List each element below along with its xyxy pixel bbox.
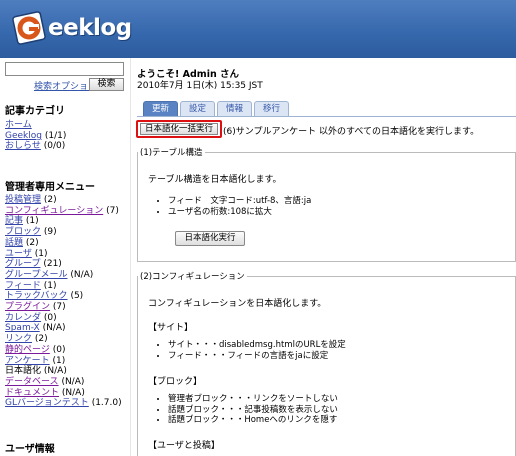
list-item[interactable]: リンク (2)	[5, 334, 122, 345]
list-item[interactable]: コンフィギュレーション (7)	[5, 206, 122, 217]
tab-settings[interactable]: 設定	[180, 101, 216, 116]
list-item: 日本語化 (N/A)	[5, 366, 67, 377]
bullet-list: サイト・・・disabledmsg.htmlのURLを設定 フィード・・・フィー…	[156, 340, 346, 361]
exec-all-button[interactable]: 日本語化一括実行	[140, 123, 218, 135]
logo-text: eeklog	[48, 15, 132, 41]
tab-migrate[interactable]: 移行	[254, 101, 290, 116]
list-item[interactable]: 投稿管理 (2)	[5, 195, 122, 206]
list-item: 話題ブロック・・・Homeへのリンクを隠す	[168, 415, 338, 426]
list-item: 話題ブロック・・・記事投稿数を表示しない	[168, 405, 338, 416]
category-list: ホーム Geeklog (1/1) おしらせ (0/0)	[5, 120, 66, 152]
admin-menu-list: 投稿管理 (2) コンフィギュレーション (7) 記事 (1) ブロック (9)…	[5, 195, 122, 409]
bullet-list: フィード 文字コード:utf-8、言語:ja ユーザ名の桁数:108に拡大	[156, 196, 311, 217]
list-item[interactable]: 記事 (1)	[5, 216, 122, 227]
list-item[interactable]: アンケート (1)	[5, 356, 122, 367]
list-item: ユーザ名の桁数:108に拡大	[168, 207, 311, 218]
user-heading: 【ユーザと投稿】	[148, 441, 220, 451]
admin-menu-title: 管理者専用メニュー	[5, 182, 95, 193]
list-item[interactable]: ドキュメント (N/A)	[5, 388, 122, 399]
list-item: フィード 文字コード:utf-8、言語:ja	[168, 196, 311, 207]
list-item[interactable]: カレンダ (0)	[5, 313, 122, 324]
list-item[interactable]: ホーム	[5, 120, 66, 131]
search-button[interactable]: 検索	[89, 78, 124, 91]
site-heading: 【サイト】	[148, 323, 194, 333]
list-item[interactable]: 静的ページ (0)	[5, 345, 122, 356]
block-heading: 【ブロック】	[148, 377, 203, 387]
tab-update[interactable]: 更新	[143, 101, 179, 116]
current-date: 2010年7月 1日(木) 15:35 JST	[137, 81, 263, 91]
search-options-link[interactable]: 検索オプション	[34, 79, 97, 92]
list-item[interactable]: グループメール (N/A)	[5, 270, 122, 281]
list-item[interactable]: プラグイン (7)	[5, 302, 122, 313]
section-configuration: (2)コンフィギュレーション コンフィギュレーションを日本語化します。 【サイト…	[137, 270, 516, 456]
list-item[interactable]: トラックバック (5)	[5, 291, 122, 302]
section-description: テーブル構造を日本語化します。	[148, 175, 282, 185]
list-item[interactable]: GLバージョンテスト (1.7.0)	[5, 398, 122, 409]
list-item[interactable]: Spam-X (N/A)	[5, 323, 122, 334]
list-item[interactable]: グループ (21)	[5, 259, 122, 270]
section-description: コンフィギュレーションを日本語化します。	[148, 299, 327, 309]
search-input[interactable]	[5, 62, 124, 76]
list-item[interactable]: Geeklog (1/1)	[5, 131, 66, 142]
section-legend: (1)テーブル構造	[140, 148, 203, 158]
exec-all-description: (6)サンプルアンケート 以外のすべての日本語化を実行します。	[223, 127, 480, 137]
list-item[interactable]: データベース (N/A)	[5, 377, 122, 388]
list-item[interactable]: ブロック (9)	[5, 227, 122, 238]
list-item: サイト・・・disabledmsg.htmlのURLを設定	[168, 340, 346, 351]
tab-underline	[137, 116, 516, 117]
list-item: フィード・・・フィードの言語をjaに設定	[168, 351, 346, 362]
highlight-frame: 日本語化一括実行	[136, 120, 222, 138]
bullet-list: 管理者ブロック・・・リンクをソートしない 話題ブロック・・・記事投稿数を表示しな…	[156, 394, 338, 426]
section-table-structure: (1)テーブル構造 テーブル構造を日本語化します。 フィード 文字コード:utf…	[137, 146, 516, 262]
user-info-title: ユーザ情報	[5, 444, 55, 455]
category-title: 記事カテゴリ	[5, 106, 65, 117]
site-header: eeklog	[0, 0, 516, 58]
exec-table-button[interactable]: 日本語化実行	[175, 231, 245, 246]
section-legend: (2)コンフィギュレーション	[140, 272, 245, 282]
tab-bar: 更新 設定 情報 移行	[143, 101, 290, 116]
list-item[interactable]: フィード (1)	[5, 281, 122, 292]
sidebar-divider	[130, 58, 131, 456]
list-item[interactable]: ユーザ (1)	[5, 249, 122, 260]
list-item: 管理者ブロック・・・リンクをソートしない	[168, 394, 338, 405]
geeklog-g-icon	[12, 11, 46, 45]
left-sidebar: 検索オプション 検索 記事カテゴリ ホーム Geeklog (1/1) おしらせ…	[0, 58, 128, 456]
list-item[interactable]: 話題 (2)	[5, 238, 122, 249]
list-item[interactable]: おしらせ (0/0)	[5, 141, 66, 152]
tab-info[interactable]: 情報	[217, 101, 253, 116]
geeklog-logo[interactable]: eeklog	[12, 10, 132, 46]
